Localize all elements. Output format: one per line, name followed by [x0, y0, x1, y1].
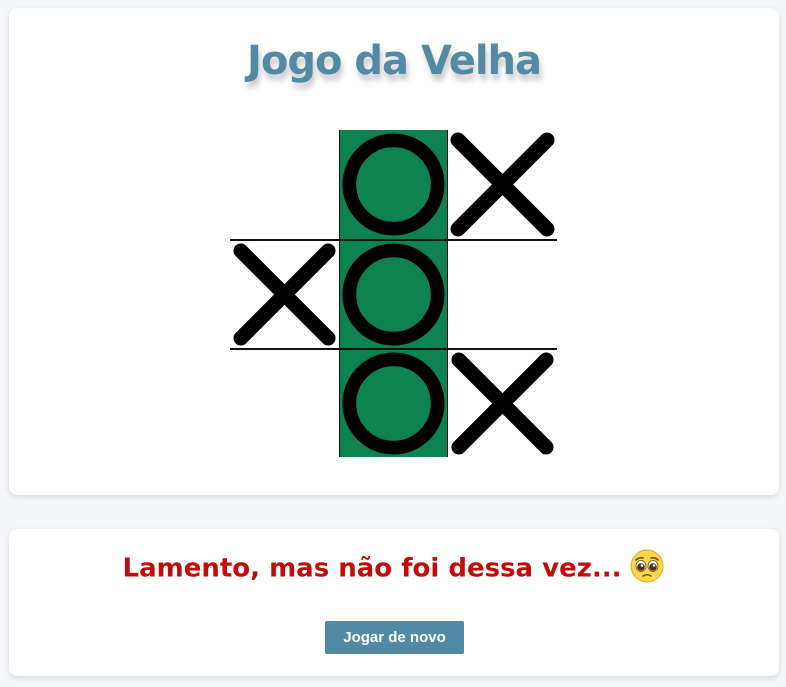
pleading-face-icon [629, 548, 665, 584]
game-card: Jogo da Velha [9, 8, 779, 495]
page-title: Jogo da Velha [246, 38, 542, 84]
board-cell-5[interactable] [339, 239, 448, 348]
board-cell-8[interactable] [339, 348, 448, 457]
o-mark-icon [342, 352, 445, 455]
board-cell-3[interactable] [448, 130, 557, 239]
x-mark-icon [450, 132, 555, 237]
board-cell-7[interactable] [230, 348, 339, 457]
x-mark-icon [451, 352, 554, 455]
board-cell-9[interactable] [448, 348, 557, 457]
board-cell-4[interactable] [230, 239, 339, 348]
result-message-row: Lamento, mas não foi dessa vez... [9, 548, 779, 587]
board-cell-1[interactable] [230, 130, 339, 239]
result-message: Lamento, mas não foi dessa vez... [122, 553, 622, 584]
board-cell-6[interactable] [448, 239, 557, 348]
x-mark-icon [233, 243, 336, 346]
o-mark-icon [342, 133, 445, 236]
tic-tac-toe-board [230, 130, 557, 457]
board-cell-2[interactable] [339, 130, 448, 239]
o-mark-icon [342, 243, 445, 346]
play-again-button[interactable]: Jogar de novo [325, 621, 464, 654]
result-card: Lamento, mas não foi dessa vez... Jogar … [9, 529, 779, 676]
